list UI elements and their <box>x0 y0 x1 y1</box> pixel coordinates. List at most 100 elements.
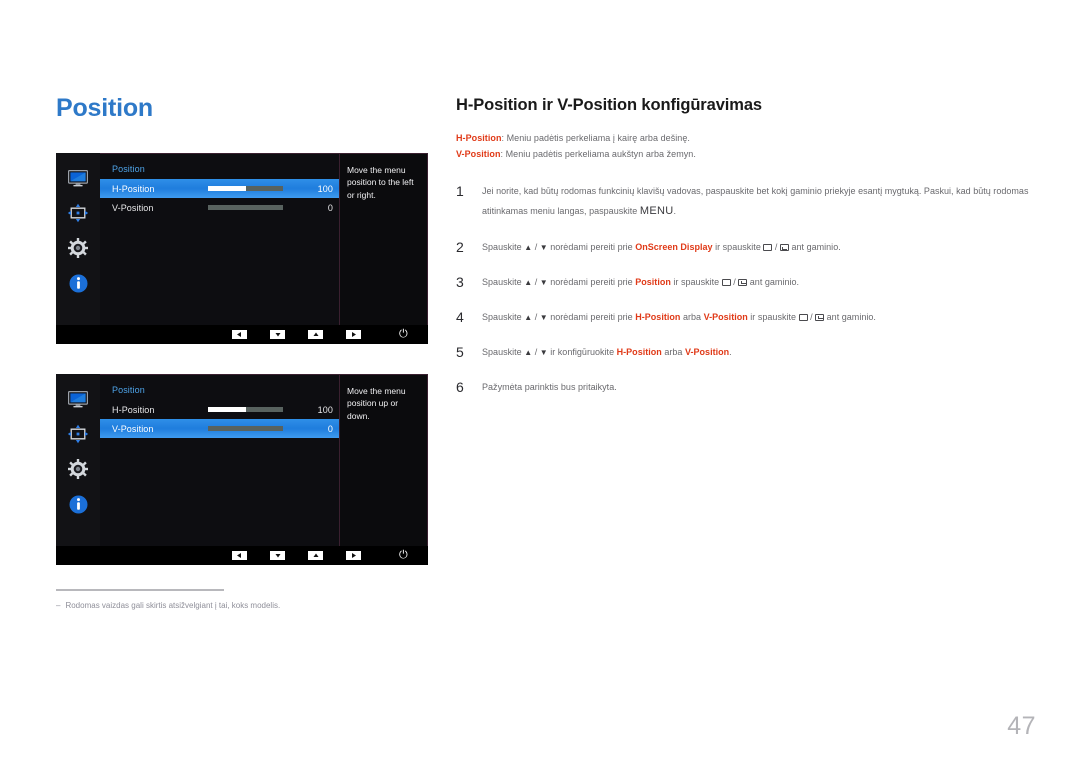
back-button-icon <box>721 278 731 286</box>
step-text-run: ant gaminio. <box>788 242 841 253</box>
info-icon[interactable] <box>67 272 89 294</box>
step-number: 4 <box>456 308 464 325</box>
step-text-run: ir spauskite <box>712 242 764 253</box>
osd-menu-item-v-position[interactable]: V-Position 0 <box>100 198 339 217</box>
step-text: Pažymėta parinktis bus pritaikyta. <box>482 378 1036 396</box>
osd-menu-item-h-position[interactable]: H-Position 100 <box>100 179 339 198</box>
step-text-run: / <box>532 242 540 253</box>
step-text-run: . <box>673 206 676 217</box>
osd-item-label: H-Position <box>112 183 155 194</box>
intro-line-2: V-Position: Meniu padėtis perkeliama auk… <box>456 146 1036 163</box>
step-1: 1 Jei norite, kad būtų rodomas funkcinių … <box>456 182 1036 222</box>
osd-icon-rail <box>56 153 100 325</box>
footnote-text: Rodomas vaizdas gali skirtis atsižvelgia… <box>65 601 281 610</box>
info-icon[interactable] <box>67 493 89 515</box>
down-arrow-key[interactable] <box>270 330 285 339</box>
gear-icon[interactable] <box>67 237 89 259</box>
osd-slider[interactable] <box>208 186 283 191</box>
right-arrow-key[interactable] <box>346 551 361 560</box>
up-arrow-key[interactable] <box>308 330 323 339</box>
up-arrow-key[interactable] <box>308 551 323 560</box>
osd-icon-rail <box>56 374 100 546</box>
left-arrow-key[interactable] <box>232 330 247 339</box>
osd-item-label: V-Position <box>112 423 154 434</box>
osd-button-bar: ⏻ <box>56 325 428 344</box>
step-text: Spauskite ▲ / ▼ ir konfigūruokite H-Posi… <box>482 343 1036 361</box>
step-keyword: H-Position <box>616 346 662 357</box>
power-icon[interactable]: ⏻ <box>399 550 408 561</box>
osd-menu-panel: Position H-Position 100 V-Position 0 <box>100 374 340 546</box>
step-text-run: Spauskite <box>482 346 525 357</box>
osd-item-value: 100 <box>317 404 333 415</box>
osd-item-label: V-Position <box>112 202 154 213</box>
step-text-run: ir konfigūruokite <box>547 346 617 357</box>
step-keyword: OnScreen Display <box>635 242 713 253</box>
section-title: H-Position ir V-Position konfigūravimas <box>456 96 762 114</box>
position-icon[interactable] <box>67 202 89 224</box>
monitor-icon[interactable] <box>67 167 89 189</box>
osd-slider[interactable] <box>208 407 283 412</box>
h-position-panel: Position H-Position 100 V-Position 0 Move the… <box>56 153 428 344</box>
footnote-divider <box>56 589 224 591</box>
monitor-icon[interactable] <box>67 388 89 410</box>
step-text: Spauskite ▲ / ▼ norėdami pereiti prie Po… <box>482 273 1036 291</box>
step-text: Jei norite, kad būtų rodomas funkcinių k… <box>482 182 1036 222</box>
osd-menu-item-v-position[interactable]: V-Position 0 <box>100 419 339 438</box>
page-title: Position <box>56 94 154 122</box>
footnote-block: – Rodomas vaizdas gali skirtis atsižvelg… <box>56 589 428 611</box>
osd-slider[interactable] <box>208 205 283 210</box>
intro-line-1: H-Position: Meniu padėtis perkeliama į k… <box>456 130 1036 147</box>
step-keyword: Position <box>635 276 671 287</box>
osd-button-bar: ⏻ <box>56 546 428 565</box>
step-text-run: Spauskite <box>482 242 525 253</box>
step-number: 3 <box>456 273 464 290</box>
intro-definitions: H-Position: Meniu padėtis perkeliama į k… <box>456 130 1036 163</box>
step-3: 3 Spauskite ▲ / ▼ norėdami pereiti prie P… <box>456 273 1036 292</box>
osd-menu-item-h-position[interactable]: H-Position 100 <box>100 400 339 419</box>
footnote: – Rodomas vaizdas gali skirtis atsižvelg… <box>56 600 428 611</box>
step-text-run: / <box>772 242 780 253</box>
step-text-run: / <box>532 311 540 322</box>
osd-mock-container: Position H-Position 100 V-Position 0 Move the… <box>56 153 428 565</box>
osd-item-label: H-Position <box>112 404 155 415</box>
osd-menu-title: Position <box>112 385 145 395</box>
arrow-icon: ▲ <box>524 312 533 322</box>
step-text-run: Spauskite <box>482 276 525 287</box>
power-icon[interactable]: ⏻ <box>399 329 408 340</box>
intro-description: : Meniu padėtis perkeliama į kairę arba … <box>501 132 690 143</box>
step-text-run: ant gaminio. <box>747 276 800 287</box>
step-keyword: V-Position <box>684 346 730 357</box>
arrow-icon: ▲ <box>524 277 533 287</box>
page-number: 47 <box>1007 712 1036 740</box>
osd-bar-buttons <box>232 330 361 339</box>
intro-description: : Meniu padėtis perkeliama aukštyn arba … <box>500 149 696 160</box>
step-5: 5 Spauskite ▲ / ▼ ir konfigūruokite H-Pos… <box>456 343 1036 362</box>
osd-menu-title: Position <box>112 164 145 174</box>
step-text-run: Pažymėta parinktis bus pritaikyta. <box>482 381 617 392</box>
gear-icon[interactable] <box>67 458 89 480</box>
step-number: 2 <box>456 239 464 256</box>
intro-keyword: H-Position <box>456 132 502 143</box>
osd-slider[interactable] <box>208 426 283 431</box>
osd-menu-panel: Position H-Position 100 V-Position 0 <box>100 153 340 325</box>
right-arrow-key[interactable] <box>346 330 361 339</box>
back-button-icon <box>763 244 773 252</box>
step-text-run: / <box>730 276 739 287</box>
step-number: 1 <box>456 183 464 200</box>
arrow-icon: ▲ <box>524 243 533 253</box>
osd-bar-buttons <box>232 551 361 560</box>
arrow-icon: ▲ <box>524 347 533 357</box>
menu-button-label: MENU <box>639 205 674 218</box>
osd-help-text: Move the menu position up or down. <box>340 374 428 546</box>
step-text-run: Jei norite, kad būtų rodomas funkcinių k… <box>482 186 1029 217</box>
step-6: 6 Pažymėta parinktis bus pritaikyta. <box>456 378 1036 397</box>
step-number: 6 <box>456 378 464 395</box>
footnote-dash: – <box>56 601 61 610</box>
down-arrow-key[interactable] <box>270 551 285 560</box>
osd-body: Position H-Position 100 V-Position 0 Move the… <box>56 153 428 325</box>
position-icon[interactable] <box>67 423 89 445</box>
osd-item-value: 100 <box>317 183 333 194</box>
left-arrow-key[interactable] <box>232 551 247 560</box>
step-text-run: norėdami pereiti prie <box>547 242 636 253</box>
